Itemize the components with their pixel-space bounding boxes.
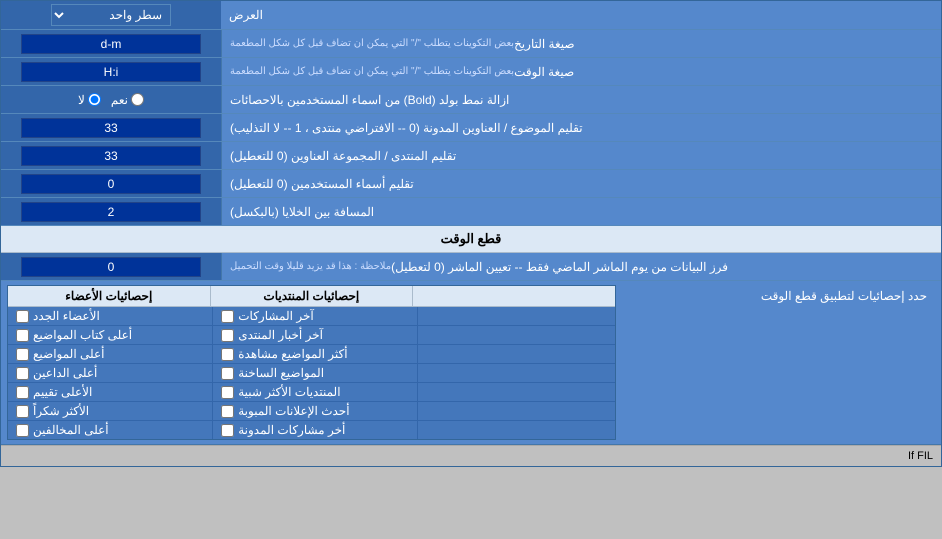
cb-top-topic-writers[interactable] bbox=[16, 329, 29, 342]
cb-header-col3: إحصائيات الأعضاء bbox=[8, 286, 210, 306]
cell-padding-label: المسافة بين الخلايا (بالبكسل) bbox=[221, 198, 941, 225]
time-format-label: صيغة الوقت بعض التكوينات يتطلب "/" التي … bbox=[221, 58, 941, 85]
cb-col3-6: الأكثر شكراً bbox=[8, 402, 212, 420]
cell-padding-row: المسافة بين الخلايا (بالبكسل) bbox=[1, 198, 941, 226]
main-container: العرض سطر واحد سطران ثلاثة أسطر صيغة الت… bbox=[0, 0, 942, 467]
stats-apply-row: حدد إحصائيات لتطبيق قطع الوقت إحصائيات ا… bbox=[1, 281, 941, 445]
cb-col2-3: أكثر المواضيع مشاهدة bbox=[212, 345, 417, 363]
cb-row-3: أكثر المواضيع مشاهدة أعلى المواضيع bbox=[8, 345, 615, 364]
cb-col3-5: الأعلى تقييم bbox=[8, 383, 212, 401]
display-select[interactable]: سطر واحد سطران ثلاثة أسطر bbox=[51, 4, 171, 26]
checkboxes-grid: إحصائيات المنتديات إحصائيات الأعضاء آخر … bbox=[7, 285, 616, 440]
forum-trim-label: تقليم المنتدى / المجموعة العناوين (0 للت… bbox=[221, 142, 941, 169]
date-format-row: صيغة التاريخ بعض التكوينات يتطلب "/" الت… bbox=[1, 30, 941, 58]
cb-col3-3: أعلى المواضيع bbox=[8, 345, 212, 363]
cb-header-col1 bbox=[412, 286, 615, 306]
realtime-days-input-wrap bbox=[1, 253, 221, 280]
cb-top-topics[interactable] bbox=[16, 348, 29, 361]
forum-trim-input-wrap bbox=[1, 142, 221, 169]
forum-trim-row: تقليم المنتدى / المجموعة العناوين (0 للت… bbox=[1, 142, 941, 170]
cb-row-7: أخر مشاركات المدونة أعلى المخالفين bbox=[8, 421, 615, 439]
stats-apply-inner: حدد إحصائيات لتطبيق قطع الوقت إحصائيات ا… bbox=[7, 285, 935, 440]
cb-col1-7 bbox=[417, 421, 614, 439]
cb-row-1: آخر المشاركات الأعضاء الجدد bbox=[8, 307, 615, 326]
date-format-input[interactable] bbox=[21, 34, 201, 54]
cb-new-members[interactable] bbox=[16, 310, 29, 323]
cb-col2-6: أحدث الإعلانات المبوبة bbox=[212, 402, 417, 420]
cb-last-blog-posts[interactable] bbox=[221, 424, 234, 437]
cb-col1-1 bbox=[417, 307, 614, 325]
cb-last-posts[interactable] bbox=[221, 310, 234, 323]
cb-col2-2: آخر أخبار المنتدى bbox=[212, 326, 417, 344]
stats-apply-label: حدد إحصائيات لتطبيق قطع الوقت bbox=[616, 285, 935, 307]
topic-trim-input-wrap bbox=[1, 114, 221, 141]
username-trim-input-wrap bbox=[1, 170, 221, 197]
time-format-input[interactable] bbox=[21, 62, 201, 82]
time-format-row: صيغة الوقت بعض التكوينات يتطلب "/" التي … bbox=[1, 58, 941, 86]
cb-most-viewed[interactable] bbox=[221, 348, 234, 361]
realtime-days-input[interactable] bbox=[21, 257, 201, 277]
cb-most-similar-forums[interactable] bbox=[221, 386, 234, 399]
cb-header-col2: إحصائيات المنتديات bbox=[210, 286, 413, 306]
cb-col3-4: أعلى الداعين bbox=[8, 364, 212, 382]
realtime-days-row: فرز البيانات من يوم الماشر الماضي فقط --… bbox=[1, 253, 941, 281]
date-format-input-wrap bbox=[1, 30, 221, 57]
bottom-note: If FIL bbox=[1, 445, 941, 466]
topic-trim-input[interactable] bbox=[21, 118, 201, 138]
cb-row-4: المواضيع الساخنة أعلى الداعين bbox=[8, 364, 615, 383]
cb-latest-classified[interactable] bbox=[221, 405, 234, 418]
cb-row-6: أحدث الإعلانات المبوبة الأكثر شكراً bbox=[8, 402, 615, 421]
cb-col3-1: الأعضاء الجدد bbox=[8, 307, 212, 325]
cb-col1-3 bbox=[417, 345, 614, 363]
time-format-input-wrap bbox=[1, 58, 221, 85]
cb-row-2: آخر أخبار المنتدى أعلى كتاب المواضيع bbox=[8, 326, 615, 345]
forum-trim-input[interactable] bbox=[21, 146, 201, 166]
bold-remove-input: نعم لا bbox=[1, 86, 221, 113]
cb-col3-7: أعلى المخالفين bbox=[8, 421, 212, 439]
cell-padding-input[interactable] bbox=[21, 202, 201, 222]
cb-col1-6 bbox=[417, 402, 614, 420]
username-trim-label: تقليم أسماء المستخدمين (0 للتعطيل) bbox=[221, 170, 941, 197]
topic-trim-row: تقليم الموضوع / العناوين المدونة (0 -- ا… bbox=[1, 114, 941, 142]
bold-remove-row: ازالة نمط بولد (Bold) من اسماء المستخدمي… bbox=[1, 86, 941, 114]
cb-top-violators[interactable] bbox=[16, 424, 29, 437]
cb-hot-topics[interactable] bbox=[221, 367, 234, 380]
date-format-label: صيغة التاريخ بعض التكوينات يتطلب "/" الت… bbox=[221, 30, 941, 57]
username-trim-input[interactable] bbox=[21, 174, 201, 194]
bold-no-radio[interactable] bbox=[88, 93, 101, 106]
cb-top-rated[interactable] bbox=[16, 386, 29, 399]
cb-col3-2: أعلى كتاب المواضيع bbox=[8, 326, 212, 344]
bold-remove-yes-label: نعم bbox=[111, 93, 144, 107]
cb-col2-1: آخر المشاركات bbox=[212, 307, 417, 325]
realtime-days-label: فرز البيانات من يوم الماشر الماضي فقط --… bbox=[221, 253, 941, 280]
display-select-wrap: سطر واحد سطران ثلاثة أسطر bbox=[1, 1, 221, 29]
cb-row-5: المنتديات الأكثر شبية الأعلى تقييم bbox=[8, 383, 615, 402]
bold-yes-radio[interactable] bbox=[131, 93, 144, 106]
cb-top-inviters[interactable] bbox=[16, 367, 29, 380]
cb-col1-2 bbox=[417, 326, 614, 344]
bold-remove-no-label: لا bbox=[78, 93, 101, 107]
checkboxes-header: إحصائيات المنتديات إحصائيات الأعضاء bbox=[8, 286, 615, 307]
cb-most-thanked[interactable] bbox=[16, 405, 29, 418]
cb-col2-4: المواضيع الساخنة bbox=[212, 364, 417, 382]
cb-col2-5: المنتديات الأكثر شبية bbox=[212, 383, 417, 401]
topic-trim-label: تقليم الموضوع / العناوين المدونة (0 -- ا… bbox=[221, 114, 941, 141]
cb-col1-4 bbox=[417, 364, 614, 382]
username-trim-row: تقليم أسماء المستخدمين (0 للتعطيل) bbox=[1, 170, 941, 198]
cb-last-news[interactable] bbox=[221, 329, 234, 342]
display-row: العرض سطر واحد سطران ثلاثة أسطر bbox=[1, 1, 941, 30]
cell-padding-input-wrap bbox=[1, 198, 221, 225]
bold-remove-label: ازالة نمط بولد (Bold) من اسماء المستخدمي… bbox=[221, 86, 941, 113]
display-label: العرض bbox=[221, 1, 941, 29]
cb-col2-7: أخر مشاركات المدونة bbox=[212, 421, 417, 439]
realtime-section-header: قطع الوقت bbox=[1, 226, 941, 253]
cb-col1-5 bbox=[417, 383, 614, 401]
